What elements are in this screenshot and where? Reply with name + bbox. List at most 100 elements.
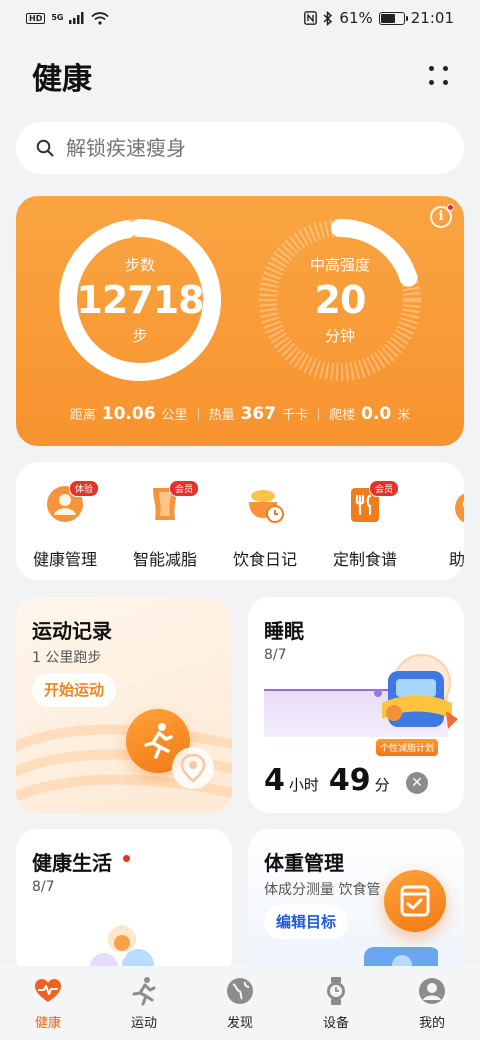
stat-label: 热量: [208, 408, 235, 423]
nav-label: 设备: [322, 1016, 349, 1031]
start-exercise-button[interactable]: 开始运动: [32, 673, 117, 707]
nav-health[interactable]: 健康: [0, 966, 96, 1040]
recipe-icon: 会员: [345, 480, 400, 524]
service-badge: 会员: [369, 480, 400, 497]
service-fat-loss[interactable]: 会员 智能减脂: [120, 480, 210, 570]
life-date: 8/7: [32, 879, 55, 895]
stat-label: 距离: [69, 408, 96, 423]
floors-stat: 爬楼 0.0 米: [319, 404, 420, 424]
sleep-date: 8/7: [264, 647, 287, 663]
page-title: 健康: [32, 62, 92, 97]
diet-diary-icon: [245, 484, 285, 524]
globe-icon: [227, 978, 253, 1004]
notification-dot: [123, 855, 130, 862]
quick-record-fab[interactable]: [384, 870, 446, 932]
service-label: 健康管理: [32, 550, 97, 569]
stat-unit: 米: [397, 408, 411, 423]
sleep-aid-icon: [445, 484, 464, 524]
signal-icon: [69, 12, 84, 24]
stat-unit: 千卡: [282, 408, 309, 423]
service-badge: 会员: [169, 480, 200, 497]
bottom-nav: 健康 运动 发现 设备 我的: [0, 966, 480, 1040]
search-icon: [36, 139, 54, 157]
nav-label: 发现: [226, 1016, 253, 1031]
battery-icon: [378, 11, 408, 25]
watch-icon: [327, 977, 345, 1005]
sleep-title: 睡眠: [264, 619, 304, 643]
stat-value: 10.06: [101, 404, 156, 424]
sleep-hours-unit: 小时: [288, 776, 319, 794]
weight-subtitle: 体成分测量 饮食管: [264, 882, 381, 898]
runner-icon: [132, 977, 156, 1006]
location-pin-icon: [172, 747, 214, 789]
sleep-card[interactable]: 睡眠 8/7 个性减脂计划 4 小时 49 分 ✕: [248, 597, 464, 813]
close-promo-button[interactable]: ✕: [406, 772, 428, 794]
exercise-title: 运动记录: [32, 619, 112, 643]
intensity-label: 中高强度: [309, 256, 370, 274]
promo-label: 个性减脂计划: [376, 739, 439, 756]
network-type: 5G: [51, 13, 64, 22]
weight-title: 体重管理: [264, 851, 344, 875]
service-label: 智能减脂: [132, 550, 197, 569]
search-bar[interactable]: [16, 122, 464, 174]
exercise-record-card[interactable]: 运动记录 1 公里跑步 开始运动: [16, 597, 232, 813]
steps-ring[interactable]: 步数 12718 步: [58, 218, 222, 382]
calories-stat: 热量 367 千卡: [199, 404, 319, 424]
intensity-unit: 分钟: [324, 327, 355, 345]
nav-device[interactable]: 设备: [288, 966, 384, 1040]
bluetooth-icon: [323, 10, 333, 26]
health-manage-icon: 体验: [45, 480, 100, 524]
stat-unit: 公里: [161, 408, 188, 423]
fat-loss-icon: 会员: [145, 480, 200, 524]
distance-stat: 距离 10.06 公里: [60, 404, 198, 424]
nav-profile[interactable]: 我的: [384, 966, 480, 1040]
fat-loss-promo[interactable]: 个性减脂计划: [372, 653, 464, 759]
service-sleep-aid[interactable]: 助眠: [420, 484, 464, 570]
steps-value: 12718: [76, 278, 204, 322]
profile-icon: [419, 978, 445, 1004]
nav-label: 健康: [34, 1016, 61, 1031]
dot-icon: [429, 80, 434, 85]
services-row: 体验 健康管理 会员 智能减脂 饮食日记 会员 定制食谱 助眠: [16, 462, 464, 580]
dot-icon: [429, 66, 434, 71]
intensity-value: 20: [314, 278, 367, 322]
runner-icon: [144, 723, 173, 759]
nfc-icon: [304, 11, 318, 25]
nav-exercise[interactable]: 运动: [96, 966, 192, 1040]
clock: 21:01: [410, 9, 454, 27]
intensity-ring[interactable]: 中高强度 20 分钟: [258, 218, 422, 382]
sleep-minutes: 49: [328, 763, 371, 798]
healthy-life-card[interactable]: 健康生活 8/7: [16, 829, 232, 979]
wifi-icon: [91, 11, 110, 25]
service-badge: 体验: [69, 480, 100, 497]
stat-value: 367: [240, 404, 277, 424]
status-bar: HD 5G 61% 21:01: [0, 0, 480, 36]
life-title: 健康生活: [32, 851, 112, 875]
more-options-button[interactable]: [426, 64, 450, 88]
nav-discover[interactable]: 发现: [192, 966, 288, 1040]
steps-label: 步数: [124, 256, 155, 274]
service-recipe[interactable]: 会员 定制食谱: [320, 480, 410, 570]
steps-unit: 步: [132, 327, 148, 345]
hd-badge: HD: [26, 12, 46, 24]
sleep-minutes-unit: 分: [374, 776, 390, 794]
notification-dot: [447, 204, 454, 211]
battery-percent: 61%: [339, 9, 373, 27]
stat-value: 0.0: [361, 404, 392, 424]
nav-label: 运动: [130, 1016, 157, 1031]
service-diet-diary[interactable]: 饮食日记: [220, 484, 310, 570]
dot-icon: [443, 80, 448, 85]
exercise-subtitle: 1 公里跑步: [32, 650, 102, 666]
sleep-duration: 4 小时 49 分: [264, 763, 396, 798]
edit-goal-button[interactable]: 编辑目标: [264, 905, 349, 939]
service-label: 饮食日记: [232, 550, 297, 569]
search-input[interactable]: [66, 136, 426, 160]
sleep-hours: 4: [264, 763, 285, 798]
activity-card[interactable]: i 步数 12718 步 中高强度 20 分钟 距离 10.06 公里 热量 3…: [16, 196, 464, 446]
dot-icon: [443, 66, 448, 71]
service-health-manage[interactable]: 体验 健康管理: [20, 480, 110, 570]
scale-illustration: [374, 654, 458, 729]
header: 健康: [32, 56, 450, 97]
nav-label: 我的: [418, 1016, 445, 1031]
activity-stats: 距离 10.06 公里 热量 367 千卡 爬楼 0.0 米: [16, 404, 464, 424]
